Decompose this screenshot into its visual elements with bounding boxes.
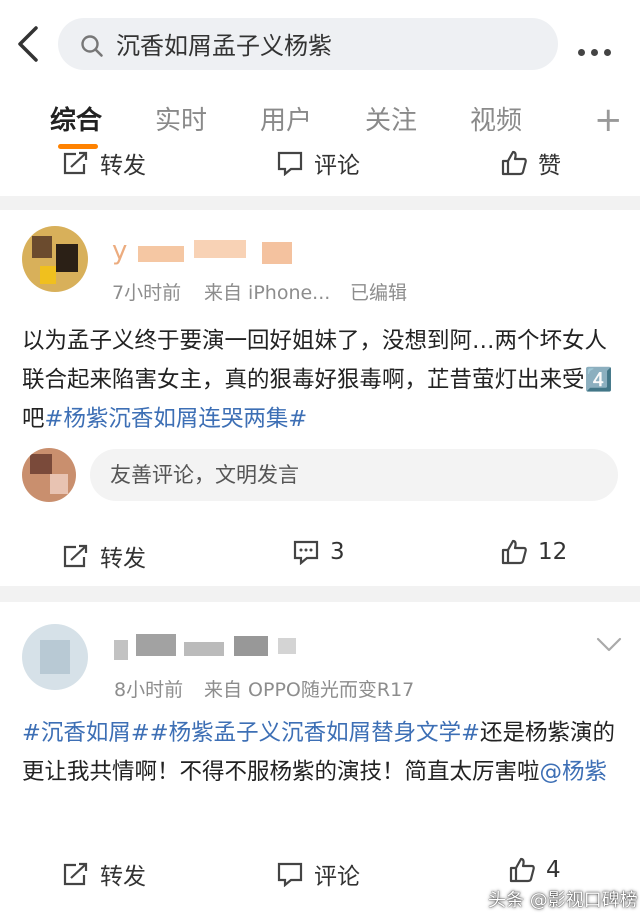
topic-hashtag-link[interactable]: #杨紫孟子义沉香如屑替身文学# — [150, 720, 480, 746]
tab-realtime[interactable]: 实时 — [155, 104, 207, 138]
mention-link[interactable]: @杨紫 — [540, 759, 608, 785]
more-menu-icon[interactable] — [578, 41, 617, 60]
repost-label: 转发 — [100, 546, 146, 572]
topic-hashtag-link[interactable]: #沉香如屑# — [22, 720, 150, 746]
comment-icon — [293, 540, 319, 565]
like-count: 12 — [538, 539, 568, 565]
tab-video[interactable]: 视频 — [470, 104, 522, 138]
tab-following[interactable]: 关注 — [365, 104, 417, 138]
repost-icon — [63, 862, 88, 886]
comment-count: 3 — [330, 539, 345, 565]
repost-icon — [63, 151, 88, 175]
add-tab-icon[interactable]: + — [594, 103, 623, 137]
comment-button[interactable]: 3 — [292, 539, 345, 565]
like-button[interactable]: 4 — [508, 857, 561, 883]
edited-tag: 已编辑 — [350, 282, 408, 304]
post-source: 来自 iPhone... — [204, 282, 331, 304]
comment-button[interactable]: 评论 — [276, 857, 360, 891]
thumbs-up-icon — [501, 539, 527, 565]
repost-button[interactable]: 转发 — [62, 539, 146, 573]
post-time: 8小时前 — [114, 679, 184, 701]
topic-hashtag-link[interactable]: #杨紫沉香如屑连哭两集# — [45, 406, 308, 432]
post-body: #沉香如屑##杨紫孟子义沉香如屑替身文学#还是杨紫演的更让我共情啊！不得不服杨紫… — [22, 714, 622, 792]
tab-comprehensive[interactable]: 综合 — [50, 104, 102, 138]
repost-button[interactable]: 转发 — [62, 857, 146, 891]
chevron-down-icon[interactable] — [596, 636, 622, 658]
post-source: 来自 OPPO随光而变R17 — [204, 679, 415, 701]
comment-button[interactable]: 评论 — [276, 146, 360, 180]
like-button[interactable]: 12 — [500, 539, 567, 565]
comment-label: 评论 — [314, 153, 360, 179]
tab-users[interactable]: 用户 — [260, 104, 312, 138]
search-query-text[interactable]: 沉香如屑孟子义杨紫 — [116, 26, 332, 66]
post-body: 以为孟子义终于要演一回好姐妹了，没想到阿…两个坏女人联合起来陷害女主，真的狠毒好… — [22, 322, 622, 439]
like-button[interactable]: 赞 — [500, 146, 561, 180]
post-text-main: 以为孟子义终于要演一回好姐妹了，没想到阿…两个坏女人联合起来陷害女主，真的狠毒好… — [22, 328, 608, 393]
post-text-tail: 吧 — [22, 406, 45, 432]
thumbs-up-icon — [501, 150, 527, 176]
thumbs-up-icon — [509, 857, 535, 883]
comment-icon — [277, 151, 303, 176]
username-initial: y — [112, 236, 128, 266]
repost-label: 转发 — [100, 864, 146, 890]
watermark: 头条 @影视口碑榜 — [488, 890, 638, 911]
repost-label: 转发 — [100, 153, 146, 179]
username-blurred[interactable]: y — [112, 236, 322, 270]
user-avatar[interactable] — [22, 624, 88, 690]
comment-label: 评论 — [314, 864, 360, 890]
post-time: 7小时前 — [112, 282, 182, 304]
comment-icon — [277, 862, 303, 887]
like-count: 4 — [546, 857, 561, 883]
comment-placeholder: 友善评论，文明发言 — [110, 463, 299, 487]
search-icon — [80, 34, 104, 58]
back-arrow-icon[interactable] — [14, 24, 44, 64]
keycap-emoji: 4️⃣ — [584, 367, 613, 393]
my-avatar — [22, 448, 76, 502]
user-avatar[interactable] — [22, 226, 88, 292]
repost-icon — [63, 544, 88, 568]
username-blurred[interactable] — [114, 634, 324, 664]
repost-button[interactable]: 转发 — [62, 146, 146, 180]
like-label: 赞 — [538, 153, 561, 179]
